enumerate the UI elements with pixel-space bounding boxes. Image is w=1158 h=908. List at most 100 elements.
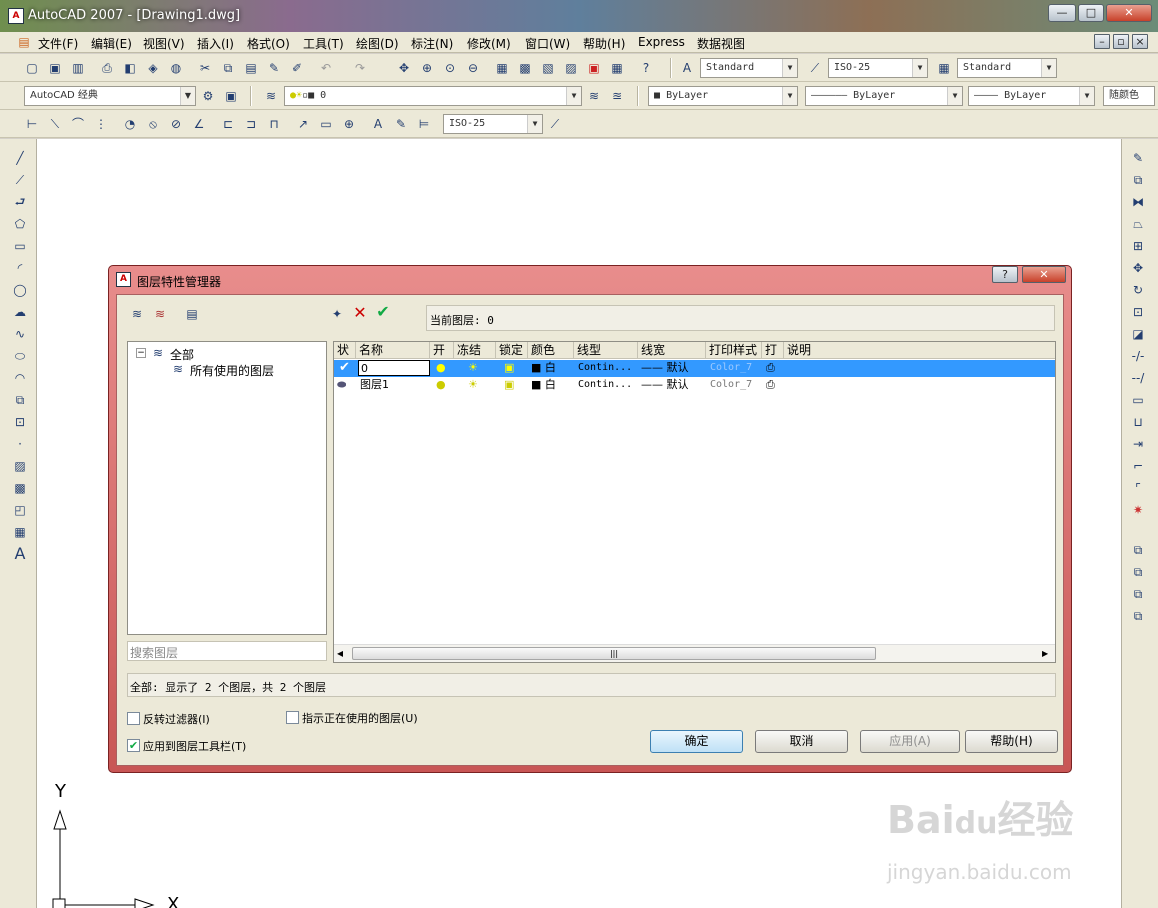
- help-icon[interactable]: ?: [638, 60, 654, 76]
- ordinate-icon[interactable]: ⋮: [93, 116, 109, 132]
- ellipse-icon[interactable]: ⬭: [12, 348, 28, 364]
- array-icon[interactable]: ⊞: [1130, 238, 1146, 254]
- linetype-value[interactable]: Contin...: [578, 377, 632, 393]
- search-layer-field[interactable]: 搜索图层: [127, 641, 327, 661]
- spline-icon[interactable]: ∿: [12, 326, 28, 342]
- point-icon[interactable]: ·: [12, 436, 28, 452]
- minimize-button[interactable]: —: [1048, 4, 1076, 22]
- layer-manager-icon[interactable]: ≋: [263, 88, 279, 104]
- radius-icon[interactable]: ◔: [122, 116, 138, 132]
- dimension-update-icon[interactable]: ⊨: [416, 116, 432, 132]
- continue-icon[interactable]: ⊓: [266, 116, 282, 132]
- table-style-select[interactable]: Standard ▼: [957, 58, 1057, 78]
- fillet-icon[interactable]: ⌜: [1130, 480, 1146, 496]
- dimension-edit-icon[interactable]: A: [370, 116, 386, 132]
- move-icon[interactable]: ✥: [1130, 260, 1146, 276]
- linetype-select[interactable]: —————— ByLayer ▼: [805, 86, 963, 106]
- collapse-icon[interactable]: −: [136, 348, 146, 358]
- text-style-icon[interactable]: A: [679, 60, 695, 76]
- col-linetype[interactable]: 线型: [574, 342, 638, 359]
- zoom-window-icon[interactable]: ⊙: [442, 60, 458, 76]
- menu-dimension[interactable]: 标注(N): [411, 35, 453, 52]
- autocad-icon[interactable]: A: [8, 8, 24, 24]
- menu-help[interactable]: 帮助(H): [583, 35, 625, 52]
- center-mark-icon[interactable]: ⊕: [341, 116, 357, 132]
- new-layer-icon[interactable]: ✦: [329, 306, 345, 322]
- printer-icon[interactable]: ⎙: [766, 360, 775, 376]
- linetype-value[interactable]: Contin...: [578, 360, 632, 376]
- redo-icon[interactable]: ↷: [352, 60, 368, 76]
- sun-icon[interactable]: ☀: [468, 360, 478, 376]
- jogged-icon[interactable]: ⦸: [145, 116, 161, 132]
- lineweight-value[interactable]: —— 默认: [641, 360, 689, 376]
- revision-cloud-icon[interactable]: ☁: [12, 304, 28, 320]
- polyline-icon[interactable]: ⮐: [12, 194, 28, 210]
- dimension-style-manager-icon[interactable]: ⟋: [547, 116, 563, 132]
- set-current-icon[interactable]: ✔: [375, 304, 391, 320]
- new-group-filter-icon[interactable]: ≋: [152, 306, 168, 322]
- workspace-save-icon[interactable]: ▣: [223, 88, 239, 104]
- open-icon[interactable]: ▣: [47, 60, 63, 76]
- color-select[interactable]: ■ ByLayer ▼: [648, 86, 798, 106]
- col-plotstyle[interactable]: 打印样式: [706, 342, 762, 359]
- draw-order-under-icon[interactable]: ⧉: [1130, 608, 1146, 624]
- trim-icon[interactable]: -/-: [1130, 348, 1146, 364]
- col-on[interactable]: 开: [430, 342, 454, 359]
- delete-layer-icon[interactable]: ✕: [352, 305, 368, 321]
- apply-to-toolbar-checkbox[interactable]: ✔: [127, 739, 140, 752]
- menu-insert[interactable]: 插入(I): [197, 35, 234, 52]
- gradient-icon[interactable]: ▩: [12, 480, 28, 496]
- layer-row[interactable]: ✔ 0 ● ☀ ▣ ■ 白 Contin... —— 默认 Color_7 ⎙: [334, 360, 1055, 377]
- polygon-icon[interactable]: ⬠: [12, 216, 28, 232]
- mirror-icon[interactable]: ⧓: [1130, 194, 1146, 210]
- plotstyle-select[interactable]: 随颜色: [1103, 86, 1155, 106]
- help-button[interactable]: 帮助(H): [965, 730, 1058, 753]
- table-icon[interactable]: ▦: [12, 524, 28, 540]
- doc-close-button[interactable]: ×: [1132, 34, 1148, 49]
- lightbulb-icon[interactable]: ●: [436, 360, 446, 376]
- match-properties-icon[interactable]: ✎: [266, 60, 282, 76]
- angular-icon[interactable]: ∠: [191, 116, 207, 132]
- ellipse-arc-icon[interactable]: ◠: [12, 370, 28, 386]
- apply-button[interactable]: 应用(A): [860, 730, 960, 753]
- pan-icon[interactable]: ✥: [396, 60, 412, 76]
- menu-express[interactable]: Express: [638, 35, 685, 49]
- doc-minimize-button[interactable]: –: [1094, 34, 1110, 49]
- explode-icon[interactable]: ✷: [1130, 502, 1146, 518]
- chamfer-icon[interactable]: ⌐: [1130, 458, 1146, 474]
- layer-name[interactable]: 图层1: [360, 377, 389, 393]
- region-icon[interactable]: ◰: [12, 502, 28, 518]
- menu-tools[interactable]: 工具(T): [303, 35, 344, 52]
- undo-icon[interactable]: ↶: [318, 60, 334, 76]
- quick-dimension-icon[interactable]: ⊏: [220, 116, 236, 132]
- unlock-icon[interactable]: ▣: [504, 360, 514, 376]
- dialog-help-button[interactable]: ?: [992, 266, 1018, 283]
- horizontal-scrollbar[interactable]: ◀ ||| ▶: [334, 644, 1055, 662]
- circle-icon[interactable]: ◯: [12, 282, 28, 298]
- sheet-set-icon[interactable]: ▨: [563, 60, 579, 76]
- draw-order-back-icon[interactable]: ⧉: [1130, 564, 1146, 580]
- menu-edit[interactable]: 编辑(E): [91, 35, 132, 52]
- tolerance-icon[interactable]: ▭: [318, 116, 334, 132]
- make-current-icon[interactable]: ≋: [586, 88, 602, 104]
- printer-icon[interactable]: ⎙: [766, 377, 775, 393]
- scroll-thumb[interactable]: |||: [352, 647, 876, 660]
- arc-length-icon[interactable]: ⌒: [70, 116, 86, 132]
- invert-filter-checkbox[interactable]: [127, 712, 140, 725]
- scroll-left-icon[interactable]: ◀: [337, 646, 343, 662]
- rotate-icon[interactable]: ↻: [1130, 282, 1146, 298]
- layer-name-edit[interactable]: 0: [358, 360, 430, 376]
- dialog-close-button[interactable]: ✕: [1022, 266, 1066, 283]
- close-button[interactable]: ✕: [1106, 4, 1152, 22]
- save-icon[interactable]: ▥: [70, 60, 86, 76]
- markup-icon[interactable]: ▣: [586, 60, 602, 76]
- line-icon[interactable]: ╱: [12, 150, 28, 166]
- layer-previous-icon[interactable]: ≊: [609, 88, 625, 104]
- scroll-right-icon[interactable]: ▶: [1042, 646, 1048, 662]
- print-icon[interactable]: ⎙: [99, 60, 115, 76]
- menu-view[interactable]: 视图(V): [143, 35, 185, 52]
- unlock-icon[interactable]: ▣: [504, 377, 514, 393]
- table-style-icon[interactable]: ▦: [936, 60, 952, 76]
- ok-button[interactable]: 确定: [650, 730, 743, 753]
- menu-dataview[interactable]: 数据视图: [697, 35, 745, 52]
